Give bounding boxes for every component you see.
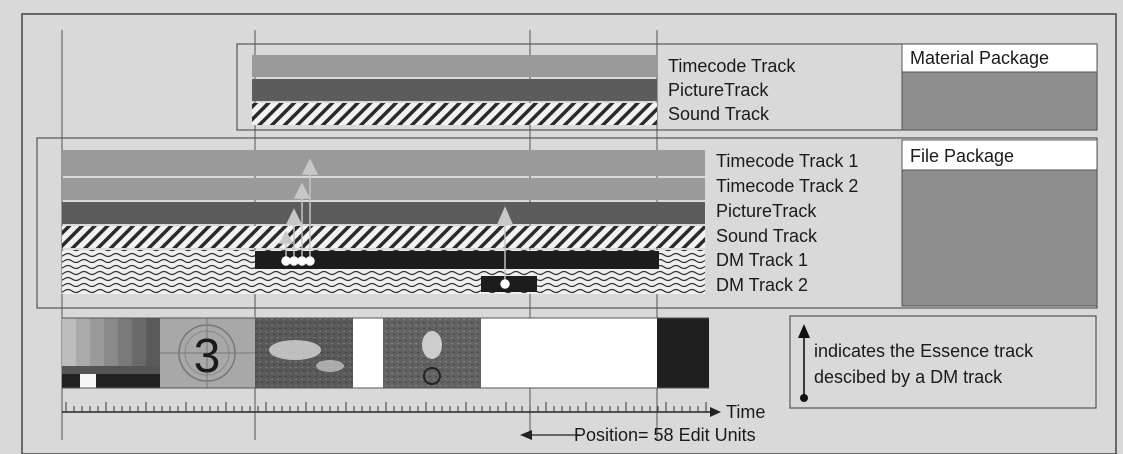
file-track-label-dm-1: DM Track 1 [716,250,808,270]
file-track-label-timecode-1: Timecode Track 1 [716,151,858,171]
time-arrow-icon [710,407,721,417]
time-axis-label: Time [726,402,765,422]
file-timecode-track-1-bar [62,150,705,176]
material-picture-track-bar [252,79,657,101]
file-track-label-dm-2: DM Track 2 [716,275,808,295]
blank-frame-1 [353,318,383,388]
position-arrow-icon [520,430,532,440]
frame-strip: 3 [62,317,709,389]
legend-line-1: indicates the Essence track [814,341,1034,361]
material-timecode-track-bar [252,55,657,77]
photo-frame-2 [383,318,481,388]
file-sound-track-bar [62,226,705,248]
file-track-label-sound: Sound Track [716,226,818,246]
timeline: Time Position= 58 Edit Units [62,402,765,445]
photo-frame-1 [255,318,353,388]
black-frame [657,318,709,388]
material-package: Timecode Track PictureTrack Sound Track … [236,43,1098,131]
legend: indicates the Essence track descibed by … [789,315,1097,409]
color-bars-frame [62,318,160,388]
dm-track-1-segment [255,251,659,269]
material-track-label-timecode: Timecode Track [668,56,796,76]
position-label: Position= 58 Edit Units [574,425,756,445]
file-package: Timecode Track 1 Timecode Track 2 Pictur… [36,137,1098,309]
material-track-label-picture: PictureTrack [668,80,769,100]
legend-line-2: descibed by a DM track [814,367,1003,387]
timeline-ticks [65,402,707,412]
countdown-number: 3 [194,330,221,383]
file-package-title: File Package [910,146,1014,166]
essence-diagram: Timecode Track PictureTrack Sound Track … [21,13,1117,454]
file-picture-track-bar [62,202,705,224]
blank-frame-2 [481,318,657,388]
material-sound-track-bar [252,103,657,125]
material-track-label-sound: Sound Track [668,104,770,124]
file-timecode-track-2-bar [62,178,705,200]
dm-dot-icon [800,394,808,402]
material-package-title: Material Package [910,48,1049,68]
file-track-label-timecode-2: Timecode Track 2 [716,176,858,196]
legend-box [789,315,1097,409]
file-track-label-picture: PictureTrack [716,201,817,221]
countdown-frame: 3 [160,318,255,388]
